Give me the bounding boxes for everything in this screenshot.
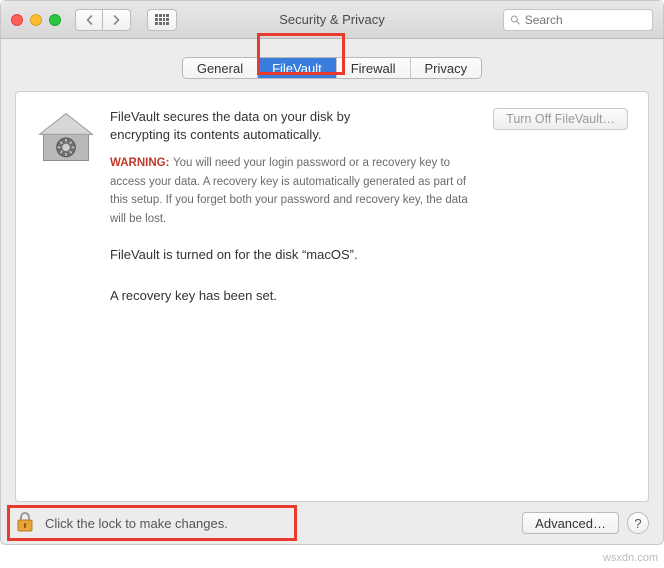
watermark: wsxdn.com [603,552,658,564]
filevault-description-column: FileVault secures the data on your disk … [110,108,479,227]
tab-bar: General FileVault Firewall Privacy [182,57,482,79]
advanced-button[interactable]: Advanced… [522,512,619,534]
lock-text: Click the lock to make changes. [45,516,228,531]
recovery-key-line: A recovery key has been set. [110,288,628,303]
filevault-description: FileVault secures the data on your disk … [110,108,380,143]
tab-firewall[interactable]: Firewall [337,58,411,78]
search-icon [510,14,521,26]
zoom-window-button[interactable] [49,14,61,26]
status-block: FileVault is turned on for the disk “mac… [110,247,628,329]
filevault-icon [36,108,96,227]
tabs-row: General FileVault Firewall Privacy [1,39,663,79]
close-window-button[interactable] [11,14,23,26]
minimize-window-button[interactable] [30,14,42,26]
back-button[interactable] [75,9,103,31]
lock-row: Click the lock to make changes. [15,510,228,537]
tab-filevault[interactable]: FileVault [258,58,337,78]
search-field-wrap[interactable] [503,9,653,31]
footer: Click the lock to make changes. Advanced… [1,502,663,544]
warning-label: WARNING: [110,157,169,169]
preferences-window: Security & Privacy General FileVault Fir… [0,0,664,545]
footer-right-buttons: Advanced… ? [522,512,649,534]
chevron-right-icon [112,15,121,25]
content-panel: FileVault secures the data on your disk … [15,91,649,502]
lock-icon[interactable] [15,510,35,537]
forward-button[interactable] [103,9,131,31]
window-controls [11,14,61,26]
tab-general[interactable]: General [183,58,258,78]
titlebar: Security & Privacy [1,1,663,39]
turn-off-filevault-button[interactable]: Turn Off FileVault… [493,108,628,130]
grid-icon [155,14,169,26]
help-button[interactable]: ? [627,512,649,534]
search-input[interactable] [525,13,646,27]
nav-buttons [75,9,131,31]
show-all-button[interactable] [147,9,177,31]
chevron-left-icon [85,15,94,25]
filevault-status-line: FileVault is turned on for the disk “mac… [110,247,628,262]
filevault-top-row: FileVault secures the data on your disk … [36,108,628,227]
tab-privacy[interactable]: Privacy [411,58,482,78]
